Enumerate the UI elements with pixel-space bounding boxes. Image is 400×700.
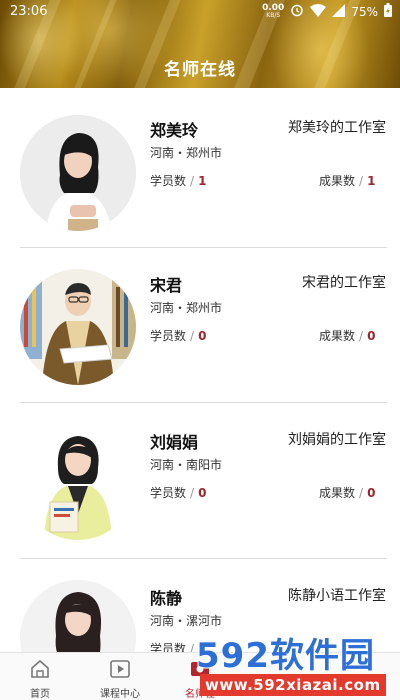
results-label: 成果数 bbox=[319, 329, 356, 343]
results-value: 0 bbox=[367, 486, 376, 500]
status-time: 23:06 bbox=[10, 4, 48, 19]
teacher-studio-link[interactable]: 郑美玲的工作室 bbox=[288, 117, 386, 137]
teacher-studio-link[interactable]: 陈静小语工作室 bbox=[288, 585, 386, 605]
students-label: 学员数 bbox=[150, 174, 187, 188]
teacher-card[interactable]: 郑美玲 郑美玲的工作室 河南・郑州市 学员数/1 成果数/1 bbox=[0, 88, 400, 248]
teacher-name: 刘娟娟 bbox=[150, 433, 199, 452]
results-count: 成果数/0 bbox=[319, 327, 375, 344]
nav-tab-courses[interactable]: 课程中心 bbox=[80, 659, 160, 700]
students-value: 0 bbox=[198, 329, 207, 343]
nav-tab-home-label: 首页 bbox=[30, 689, 50, 700]
course-play-icon bbox=[80, 659, 160, 682]
teacher-location: 河南・南阳市 bbox=[150, 458, 223, 472]
stat-separator: / bbox=[359, 329, 364, 343]
teacher-location: 河南・郑州市 bbox=[150, 146, 223, 160]
teacher-studio-link[interactable]: 刘娟娟的工作室 bbox=[288, 429, 386, 449]
students-count: 学员数/1 bbox=[150, 172, 206, 189]
results-count: 成果数/1 bbox=[319, 172, 375, 189]
signal-icon bbox=[332, 3, 346, 21]
watermark-url: www.592xiazai.com bbox=[200, 674, 386, 696]
teacher-name: 宋君 bbox=[150, 276, 183, 295]
wifi-icon bbox=[310, 3, 327, 21]
nav-tab-courses-label: 课程中心 bbox=[100, 689, 140, 700]
nav-tab-home[interactable]: 首页 bbox=[0, 659, 80, 700]
teacher-avatar[interactable] bbox=[20, 424, 136, 540]
stat-separator: / bbox=[190, 174, 195, 188]
teacher-avatar[interactable] bbox=[20, 115, 136, 231]
network-speed-unit: KB/S bbox=[266, 12, 281, 19]
results-value: 1 bbox=[367, 174, 376, 188]
network-speed: 0.00 KB/S bbox=[262, 4, 284, 20]
teacher-location: 河南・漯河市 bbox=[150, 614, 223, 628]
results-label: 成果数 bbox=[319, 174, 356, 188]
status-bar: 23:06 0.00 KB/S 75% bbox=[0, 0, 400, 24]
site-watermark: 592软件园 www.592xiazai.com bbox=[196, 628, 400, 700]
network-speed-value: 0.00 bbox=[262, 3, 285, 13]
status-icons: 0.00 KB/S 75% bbox=[262, 3, 392, 21]
students-count: 学员数/0 bbox=[150, 484, 206, 501]
teacher-studio-link[interactable]: 宋君的工作室 bbox=[302, 272, 386, 292]
students-label: 学员数 bbox=[150, 486, 187, 500]
results-label: 成果数 bbox=[319, 486, 356, 500]
results-value: 0 bbox=[367, 329, 376, 343]
teacher-card[interactable]: 宋君 宋君的工作室 河南・郑州市 学员数/0 成果数/0 bbox=[0, 245, 400, 403]
home-icon bbox=[0, 659, 80, 682]
teacher-name: 郑美玲 bbox=[150, 121, 199, 140]
stat-separator: / bbox=[190, 486, 195, 500]
page-title: 名师在线 bbox=[164, 60, 236, 80]
stat-separator: / bbox=[359, 486, 364, 500]
teacher-location: 河南・郑州市 bbox=[150, 301, 223, 315]
stat-separator: / bbox=[359, 174, 364, 188]
students-label: 学员数 bbox=[150, 329, 187, 343]
alarm-icon bbox=[290, 3, 304, 21]
teacher-avatar[interactable] bbox=[20, 269, 136, 385]
battery-percent: 75% bbox=[351, 5, 378, 19]
students-count: 学员数/0 bbox=[150, 327, 206, 344]
teacher-name: 陈静 bbox=[150, 589, 183, 608]
teacher-card[interactable]: 刘娟娟 刘娟娟的工作室 河南・南阳市 学员数/0 成果数/0 bbox=[0, 402, 400, 559]
watermark-logo: 592软件园 bbox=[196, 636, 375, 676]
students-value: 1 bbox=[198, 174, 207, 188]
students-value: 0 bbox=[198, 486, 207, 500]
results-count: 成果数/0 bbox=[319, 484, 375, 501]
header: 23:06 0.00 KB/S 75% 名师在线 bbox=[0, 0, 400, 88]
stat-separator: / bbox=[190, 329, 195, 343]
battery-charging-icon bbox=[384, 3, 392, 21]
